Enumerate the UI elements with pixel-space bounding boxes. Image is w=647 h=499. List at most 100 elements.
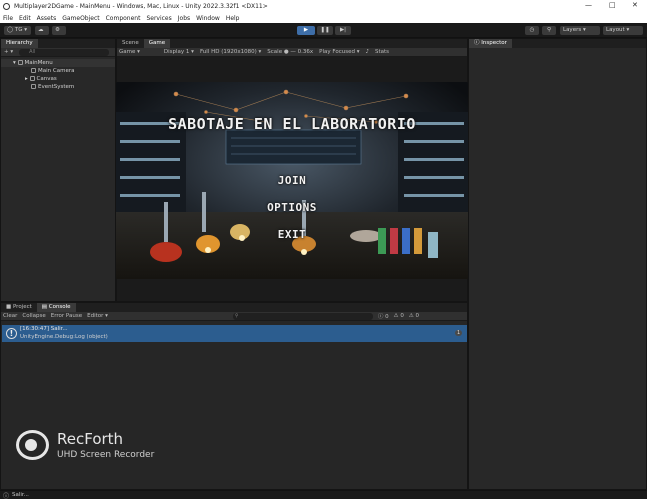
close-icon[interactable]: ✕ bbox=[632, 1, 638, 9]
info-count: 0 bbox=[385, 314, 389, 320]
menu-jobs[interactable]: Jobs bbox=[178, 15, 190, 22]
scene-item[interactable]: ▾ MainMenu bbox=[1, 59, 115, 67]
hierarchy-search-input[interactable]: All bbox=[19, 48, 110, 56]
layout-dropdown[interactable]: Layout ▾ bbox=[603, 26, 643, 35]
hierarchy-item-main-camera[interactable]: Main Camera bbox=[1, 67, 115, 75]
gameobject-icon bbox=[31, 84, 36, 89]
scene-icon bbox=[17, 60, 23, 65]
scene-label: MainMenu bbox=[24, 60, 53, 66]
editor-label: Editor bbox=[87, 313, 104, 319]
log-count-badge: 1 bbox=[455, 330, 463, 336]
hierarchy-item-eventsystem[interactable]: EventSystem bbox=[1, 83, 115, 91]
inspector-label: Inspector bbox=[481, 40, 507, 46]
status-info-icon: ⓘ bbox=[3, 492, 10, 499]
account-button[interactable]: ◯ TG ▾ bbox=[4, 26, 31, 35]
window-title: Multiplayer2DGame - MainMenu - Windows, … bbox=[14, 3, 268, 10]
bottom-tabbar: ■ Project ▤ Console bbox=[1, 303, 467, 312]
tab-game[interactable]: Game bbox=[143, 39, 171, 48]
unity-logo-icon bbox=[3, 3, 10, 10]
game-view-image[interactable]: SABOTAJE EN EL LABORATORIO JOIN OPTIONS … bbox=[116, 82, 468, 279]
menu-help[interactable]: Help bbox=[226, 15, 240, 22]
menu-gameobject[interactable]: GameObject bbox=[62, 15, 99, 22]
console-label: Console bbox=[48, 304, 71, 310]
info-icon: ! bbox=[6, 328, 17, 339]
log-message: [16:30:47] Salir... bbox=[20, 326, 68, 332]
display-dropdown[interactable]: Display 1 ▾ bbox=[164, 49, 194, 55]
scale-value: 0.36x bbox=[297, 49, 314, 55]
console-search-input[interactable]: ⚲ bbox=[232, 312, 373, 320]
cloud-icon[interactable]: ☁ bbox=[35, 26, 49, 35]
menu-bar: File Edit Assets GameObject Component Se… bbox=[0, 13, 647, 23]
recorder-brand: RecForth bbox=[57, 430, 124, 448]
menu-edit[interactable]: Edit bbox=[19, 15, 31, 22]
options-button[interactable]: OPTIONS bbox=[116, 201, 468, 214]
tab-hierarchy[interactable]: Hierarchy bbox=[1, 39, 38, 48]
recorder-watermark: RecForth UHD Screen Recorder bbox=[16, 430, 154, 460]
console-toolbar: Clear Collapse Error Pause Editor ▾ ⚲ ⓘ … bbox=[1, 312, 467, 321]
inspector-tabbar: ⓘ Inspector bbox=[469, 39, 646, 48]
collapse-button[interactable]: Collapse bbox=[22, 313, 45, 319]
display-label: Display 1 bbox=[163, 49, 190, 55]
camera-icon bbox=[16, 430, 49, 460]
project-label: Project bbox=[12, 304, 32, 310]
game-mode-dropdown[interactable]: Game ▾ bbox=[119, 49, 140, 55]
search-icon[interactable]: ⚲ bbox=[542, 26, 556, 35]
status-bar: ⓘ Salir... bbox=[0, 490, 647, 499]
pause-button[interactable]: ❚❚ bbox=[317, 26, 333, 35]
folder-icon: ■ bbox=[6, 304, 12, 310]
scale-slider[interactable]: Scale ● — 0.36x bbox=[267, 49, 313, 55]
error-count: 0 bbox=[415, 313, 420, 319]
resolution-dropdown[interactable]: Full HD (1920x1080) ▾ bbox=[200, 49, 261, 55]
hierarchy-panel: Hierarchy + ▾ All ▾ MainMenu Main Camera… bbox=[0, 38, 116, 302]
add-icon[interactable]: + ▾ bbox=[4, 49, 13, 55]
menu-services[interactable]: Services bbox=[146, 15, 171, 22]
exit-button[interactable]: EXIT bbox=[116, 228, 468, 241]
gameobject-icon bbox=[31, 68, 36, 73]
mute-icon[interactable]: ♪ bbox=[365, 49, 369, 55]
inspector-panel: ⓘ Inspector bbox=[468, 38, 647, 490]
play-focused-dropdown[interactable]: Play Focused ▾ bbox=[319, 49, 359, 55]
game-mode-label: Game bbox=[119, 49, 136, 55]
maximize-icon[interactable]: □ bbox=[609, 1, 616, 9]
hierarchy-tabbar: Hierarchy bbox=[1, 39, 115, 48]
minimize-icon[interactable]: — bbox=[585, 1, 592, 9]
step-button[interactable]: ▶| bbox=[335, 26, 351, 35]
menu-component[interactable]: Component bbox=[106, 15, 141, 22]
info-count-toggle[interactable]: ⓘ 0 bbox=[378, 312, 389, 320]
layers-dropdown[interactable]: Layers ▾ bbox=[560, 26, 600, 35]
menu-assets[interactable]: Assets bbox=[37, 15, 57, 22]
game-title: SABOTAJE EN EL LABORATORIO bbox=[168, 115, 416, 133]
join-button[interactable]: JOIN bbox=[116, 174, 468, 187]
tab-inspector[interactable]: ⓘ Inspector bbox=[469, 39, 512, 48]
hierarchy-item-canvas[interactable]: ▸ Canvas bbox=[1, 75, 115, 83]
clear-button[interactable]: Clear bbox=[3, 313, 17, 319]
tab-scene[interactable]: Scene bbox=[117, 39, 144, 48]
warning-count: 0 bbox=[400, 313, 404, 319]
layout-label: Layout bbox=[606, 27, 625, 33]
menu-file[interactable]: File bbox=[3, 15, 13, 22]
play-button[interactable]: ▶ bbox=[297, 26, 315, 35]
layers-label: Layers bbox=[563, 27, 582, 33]
console-icon: ▤ bbox=[41, 304, 47, 310]
history-icon[interactable]: ◷ bbox=[525, 26, 539, 35]
tab-console[interactable]: ▤ Console bbox=[36, 303, 76, 312]
editor-dropdown[interactable]: Editor ▾ bbox=[87, 313, 108, 319]
resolution-label: Full HD (1920x1080) bbox=[199, 49, 257, 55]
gameobject-icon bbox=[29, 76, 35, 81]
tab-project[interactable]: ■ Project bbox=[1, 303, 37, 312]
item-label: Main Camera bbox=[38, 68, 75, 74]
stats-button[interactable]: Stats bbox=[375, 49, 389, 55]
account-label: TG bbox=[14, 27, 23, 33]
item-label: Canvas bbox=[36, 76, 57, 82]
status-text[interactable]: Salir... bbox=[12, 492, 29, 498]
scale-label: Scale bbox=[267, 49, 283, 55]
collab-icon[interactable]: ⚙ bbox=[52, 26, 66, 35]
center-tabbar: Scene Game bbox=[117, 39, 467, 48]
play-focused-label: Play Focused bbox=[319, 49, 355, 55]
console-log-entry[interactable]: ! [16:30:47] Salir... UnityEngine.Debug:… bbox=[2, 325, 467, 342]
menu-window[interactable]: Window bbox=[196, 15, 220, 22]
error-pause-button[interactable]: Error Pause bbox=[51, 313, 82, 319]
warning-count-toggle[interactable]: ⚠ 0 bbox=[394, 313, 404, 319]
info-icon: ⓘ bbox=[474, 40, 480, 46]
error-count-toggle[interactable]: ⚠ 0 bbox=[409, 313, 419, 319]
